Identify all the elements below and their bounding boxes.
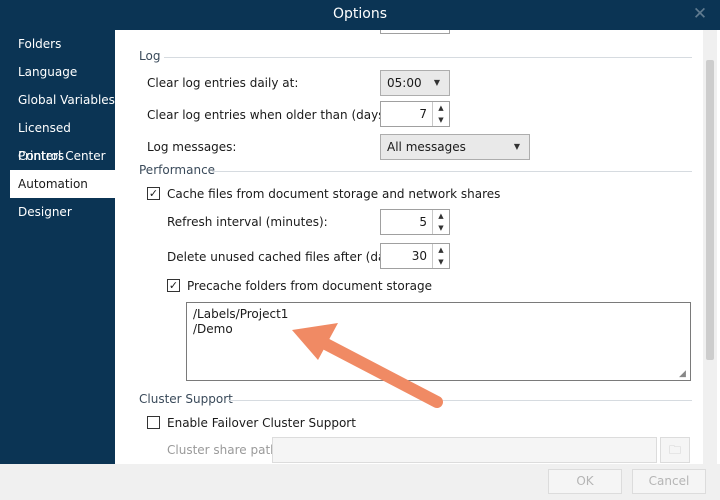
precache-folders-checkbox[interactable]: ✓ [167, 279, 180, 292]
delete-cached-days-stepper[interactable]: 30 ▲ ▼ [380, 243, 450, 269]
chevron-down-icon: ▼ [513, 142, 520, 151]
log-messages-value: All messages [387, 140, 466, 154]
spin-up-icon[interactable]: ▲ [433, 244, 449, 256]
section-title-performance: Performance [139, 163, 216, 177]
vertical-scrollbar[interactable] [703, 30, 717, 464]
refresh-interval-label: Refresh interval (minutes): [167, 215, 328, 229]
dialog-footer: OK Cancel [0, 464, 720, 500]
resize-grip-icon[interactable]: ◢ [679, 369, 689, 379]
cluster-share-path-label: Cluster share path: [167, 443, 282, 457]
chevron-down-icon: ▼ [433, 78, 440, 87]
section-divider [228, 400, 692, 401]
delete-cached-days-value[interactable]: 30 [381, 244, 431, 268]
spin-down-icon[interactable]: ▼ [433, 256, 449, 268]
refresh-interval-value[interactable]: 5 [381, 210, 431, 234]
enable-failover-checkbox[interactable] [147, 416, 160, 429]
cancel-button[interactable]: Cancel [632, 469, 706, 494]
clear-older-days-value[interactable]: 7 [381, 102, 431, 126]
window-title: Options [332, 6, 388, 22]
close-icon[interactable]: ✕ [690, 3, 710, 25]
clear-daily-time-value: 05:00 [387, 76, 422, 90]
sidebar-item-automation[interactable]: Automation [10, 170, 115, 198]
clear-older-label: Clear log entries when older than (days)… [147, 108, 394, 122]
refresh-interval-stepper[interactable]: 5 ▲ ▼ [380, 209, 450, 235]
spin-down-icon[interactable]: ▼ [433, 222, 449, 234]
section-title-log: Log [139, 49, 161, 63]
section-divider [164, 57, 692, 58]
delete-cached-label: Delete unused cached files after (days): [167, 250, 408, 264]
sidebar: Folders Language Global Variables Licens… [0, 30, 115, 500]
sidebar-item-global-variables[interactable]: Global Variables [10, 86, 115, 114]
section-divider [212, 171, 692, 172]
scrolled-control-edge [380, 30, 450, 34]
sidebar-item-folders[interactable]: Folders [10, 30, 115, 58]
cache-files-label: Cache files from document storage and ne… [167, 187, 501, 201]
folder-icon[interactable]: 🗀 [660, 437, 690, 463]
sidebar-item-control-center[interactable]: Control Center [10, 142, 115, 170]
spin-down-icon[interactable]: ▼ [433, 114, 449, 126]
folder-path-line: /Demo [193, 322, 233, 336]
folder-path-line: /Labels/Project1 [193, 307, 289, 321]
clear-daily-time-select[interactable]: 05:00 ▼ [380, 70, 450, 96]
scrollbar-thumb[interactable] [706, 60, 714, 360]
clear-older-days-stepper[interactable]: 7 ▲ ▼ [380, 101, 450, 127]
cluster-share-path-input[interactable] [272, 437, 657, 463]
log-messages-select[interactable]: All messages ▼ [380, 134, 530, 160]
sidebar-item-language[interactable]: Language [10, 58, 115, 86]
sidebar-item-designer[interactable]: Designer [10, 198, 115, 226]
ok-button[interactable]: OK [548, 469, 622, 494]
sidebar-item-licensed-printers[interactable]: Licensed Printers [10, 114, 115, 163]
spin-up-icon[interactable]: ▲ [433, 102, 449, 114]
cache-files-checkbox[interactable]: ✓ [147, 187, 160, 200]
precache-folders-textarea[interactable]: /Labels/Project1 /Demo ◢ [186, 302, 691, 381]
log-messages-label: Log messages: [147, 140, 237, 154]
section-title-cluster-support: Cluster Support [139, 392, 233, 406]
enable-failover-label: Enable Failover Cluster Support [167, 416, 356, 430]
clear-daily-label: Clear log entries daily at: [147, 76, 299, 90]
precache-folders-label: Precache folders from document storage [187, 279, 433, 293]
title-bar: Options ✕ [0, 0, 720, 30]
spin-up-icon[interactable]: ▲ [433, 210, 449, 222]
